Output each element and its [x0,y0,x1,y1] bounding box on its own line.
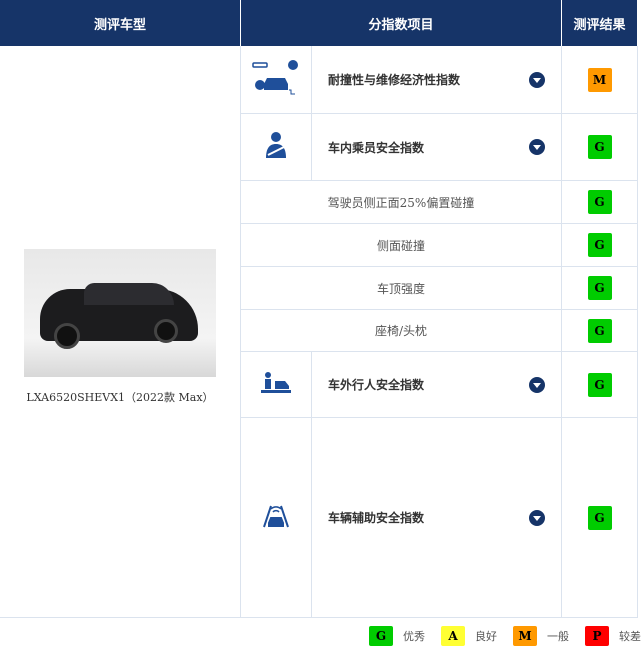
grade-badge: G [587,233,612,257]
result-cell: G [562,418,638,618]
legend-item: A 良好 [441,625,497,646]
result-cell: G [562,267,638,310]
sub-item: 侧面碰撞 [241,224,562,267]
legend-badge: G [369,625,393,646]
sub-item-label: 侧面碰撞 [376,238,425,253]
sub-item: 座椅/头枕 [241,310,562,352]
chevron-down-icon[interactable] [529,376,545,393]
vehicle-name: LXA6520SHEVX1（2022款 Max） [26,390,214,404]
sub-item-label: 座椅/头枕 [374,324,428,338]
grade-badge: M [587,67,612,92]
legend-badge: P [585,625,609,646]
index-row[interactable]: 耐撞性与维修经济性指数 [312,46,562,114]
sub-item-label: 驾驶员侧正面25%偏置碰撞 [327,195,475,210]
vehicle-cell: LXA6520SHEVX1（2022款 Max） [0,46,241,618]
legend-badge: M [513,625,537,646]
index-label: 车外行人安全指数 [328,378,425,392]
pedestrian-icon [261,371,291,399]
grade-badge: G [587,372,612,397]
legend-text: 优秀 [403,629,425,643]
legend-item: G 优秀 [369,625,425,646]
icon-cell [241,352,312,418]
index-label: 车辆辅助安全指数 [328,511,425,525]
result-cell: G [562,181,638,224]
legend-item: M 一般 [513,625,569,646]
vehicle-image [24,248,216,377]
result-cell: M [562,46,638,114]
header-vehicle: 测评车型 [0,0,240,46]
result-cell: G [562,310,638,352]
legend-badge: A [441,625,465,646]
grade-badge: G [587,276,612,300]
result-cell: G [562,114,638,181]
grade-badge: G [587,505,612,530]
grade-badge: G [587,190,612,214]
legend-item: P 较差 [585,625,641,646]
crash-repair-icon [251,58,301,102]
icon-cell [241,46,312,114]
index-label: 耐撞性与维修经济性指数 [328,73,461,87]
icon-cell [241,114,312,181]
index-row[interactable]: 车内乘员安全指数 [312,114,562,181]
legend: G 优秀 A 良好 M 一般 P 较差 [0,618,641,653]
result-cell: G [562,352,638,418]
legend-text: 较差 [619,629,641,643]
grade-badge: G [587,135,612,159]
icon-cell [241,418,312,618]
header-index: 分指数项目 [241,0,561,46]
chevron-down-icon[interactable] [529,139,545,155]
occupant-seatbelt-icon [264,131,288,163]
grade-badge: G [587,318,612,343]
header-result: 测评结果 [562,0,637,46]
legend-text: 良好 [475,629,497,643]
legend-text: 一般 [547,629,569,643]
index-row[interactable]: 车外行人安全指数 [312,352,562,418]
result-cell: G [562,224,638,267]
chevron-down-icon[interactable] [529,71,545,88]
sub-item: 驾驶员侧正面25%偏置碰撞 [241,181,562,224]
chevron-down-icon[interactable] [529,509,545,526]
sub-item-label: 车顶强度 [376,281,425,296]
index-row[interactable]: 车辆辅助安全指数 [312,418,562,618]
driver-assist-icon [261,504,291,532]
index-label: 车内乘员安全指数 [328,140,425,155]
sub-item: 车顶强度 [241,267,562,310]
